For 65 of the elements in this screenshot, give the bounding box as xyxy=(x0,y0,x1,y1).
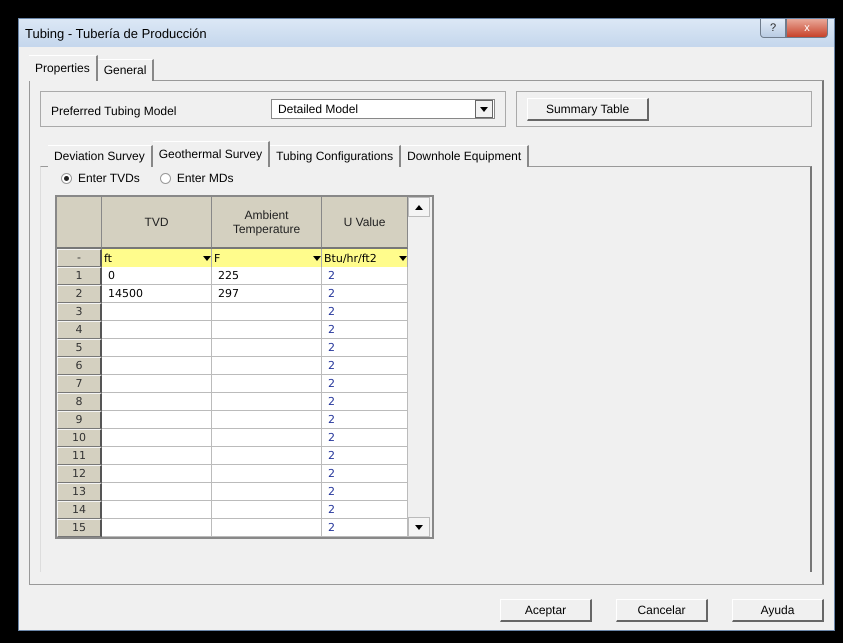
scroll-up-button[interactable] xyxy=(408,197,430,217)
table-cell: 2 xyxy=(322,339,408,357)
row-header: - xyxy=(57,249,102,267)
scroll-down-button[interactable] xyxy=(408,517,430,537)
dialog-button[interactable]: Aceptar xyxy=(500,599,592,622)
row-header: 5 xyxy=(57,339,102,357)
row-header: 15 xyxy=(57,519,102,537)
table-cell: 2 xyxy=(322,267,408,285)
table-cell: 2 xyxy=(322,519,408,537)
model-label: Preferred Tubing Model xyxy=(51,103,178,118)
row-header: 3 xyxy=(57,303,102,321)
unit-dropdown[interactable]: ft xyxy=(102,249,212,267)
table-cell: 2 xyxy=(322,501,408,519)
table-cell: 2 xyxy=(322,393,408,411)
table-cell: 225 xyxy=(212,267,322,285)
caret-down-icon xyxy=(313,256,321,260)
tab[interactable]: Downhole Equipment xyxy=(401,145,530,167)
table-cell: 2 xyxy=(322,411,408,429)
tab[interactable]: Properties xyxy=(29,55,98,81)
table-cell: 2 xyxy=(322,375,408,393)
table-cell: 2 xyxy=(322,465,408,483)
row-header: 14 xyxy=(57,501,102,519)
row-header: 7 xyxy=(57,375,102,393)
tab[interactable]: Geothermal Survey xyxy=(152,141,270,167)
tab[interactable]: Tubing Configurations xyxy=(270,145,402,167)
row-header: 4 xyxy=(57,321,102,339)
table-cell: 2 xyxy=(322,483,408,501)
summary-table-button[interactable]: Summary Table xyxy=(527,98,650,120)
row-header: 6 xyxy=(57,357,102,375)
row-header: 1 xyxy=(57,267,102,285)
row-header: 11 xyxy=(57,447,102,465)
table-cell: 2 xyxy=(322,357,408,375)
table-cell: 14500 xyxy=(102,285,212,303)
tab[interactable]: Deviation Survey xyxy=(48,145,153,167)
unit-dropdown[interactable]: F xyxy=(212,249,322,267)
column-header: U Value xyxy=(322,197,408,249)
row-header: 2 xyxy=(57,285,102,303)
help-button[interactable]: ? xyxy=(760,19,786,38)
table-cell: 2 xyxy=(322,429,408,447)
row-header: 8 xyxy=(57,393,102,411)
radio-option[interactable]: Enter TVDs xyxy=(61,171,140,185)
model-dropdown[interactable]: Detailed Model xyxy=(271,99,495,119)
column-header: TVD xyxy=(102,197,212,249)
row-header: 13 xyxy=(57,483,102,501)
table-cell: 297 xyxy=(212,285,322,303)
dialog-button[interactable]: Ayuda xyxy=(732,599,824,622)
row-header: 12 xyxy=(57,465,102,483)
window-title: Tubing - Tubería de Producción xyxy=(25,26,207,40)
caret-down-icon xyxy=(203,256,211,260)
table-cell: 0 xyxy=(102,267,212,285)
radio-option[interactable]: Enter MDs xyxy=(160,171,234,185)
column-header: Ambient Temperature xyxy=(212,197,322,249)
unit-dropdown[interactable]: Btu/hr/ft2 xyxy=(322,249,408,267)
caret-down-icon xyxy=(480,106,488,112)
tab[interactable]: General xyxy=(98,59,154,81)
caret-up-icon xyxy=(415,204,423,210)
row-header: 10 xyxy=(57,429,102,447)
table-cell: 2 xyxy=(322,447,408,465)
row-header: 9 xyxy=(57,411,102,429)
caret-down-icon xyxy=(415,524,423,530)
table-cell: 2 xyxy=(322,285,408,303)
dialog-button[interactable]: Cancelar xyxy=(616,599,708,622)
table-cell: 2 xyxy=(322,321,408,339)
caret-down-icon xyxy=(399,256,407,260)
table-cell: 2 xyxy=(322,303,408,321)
